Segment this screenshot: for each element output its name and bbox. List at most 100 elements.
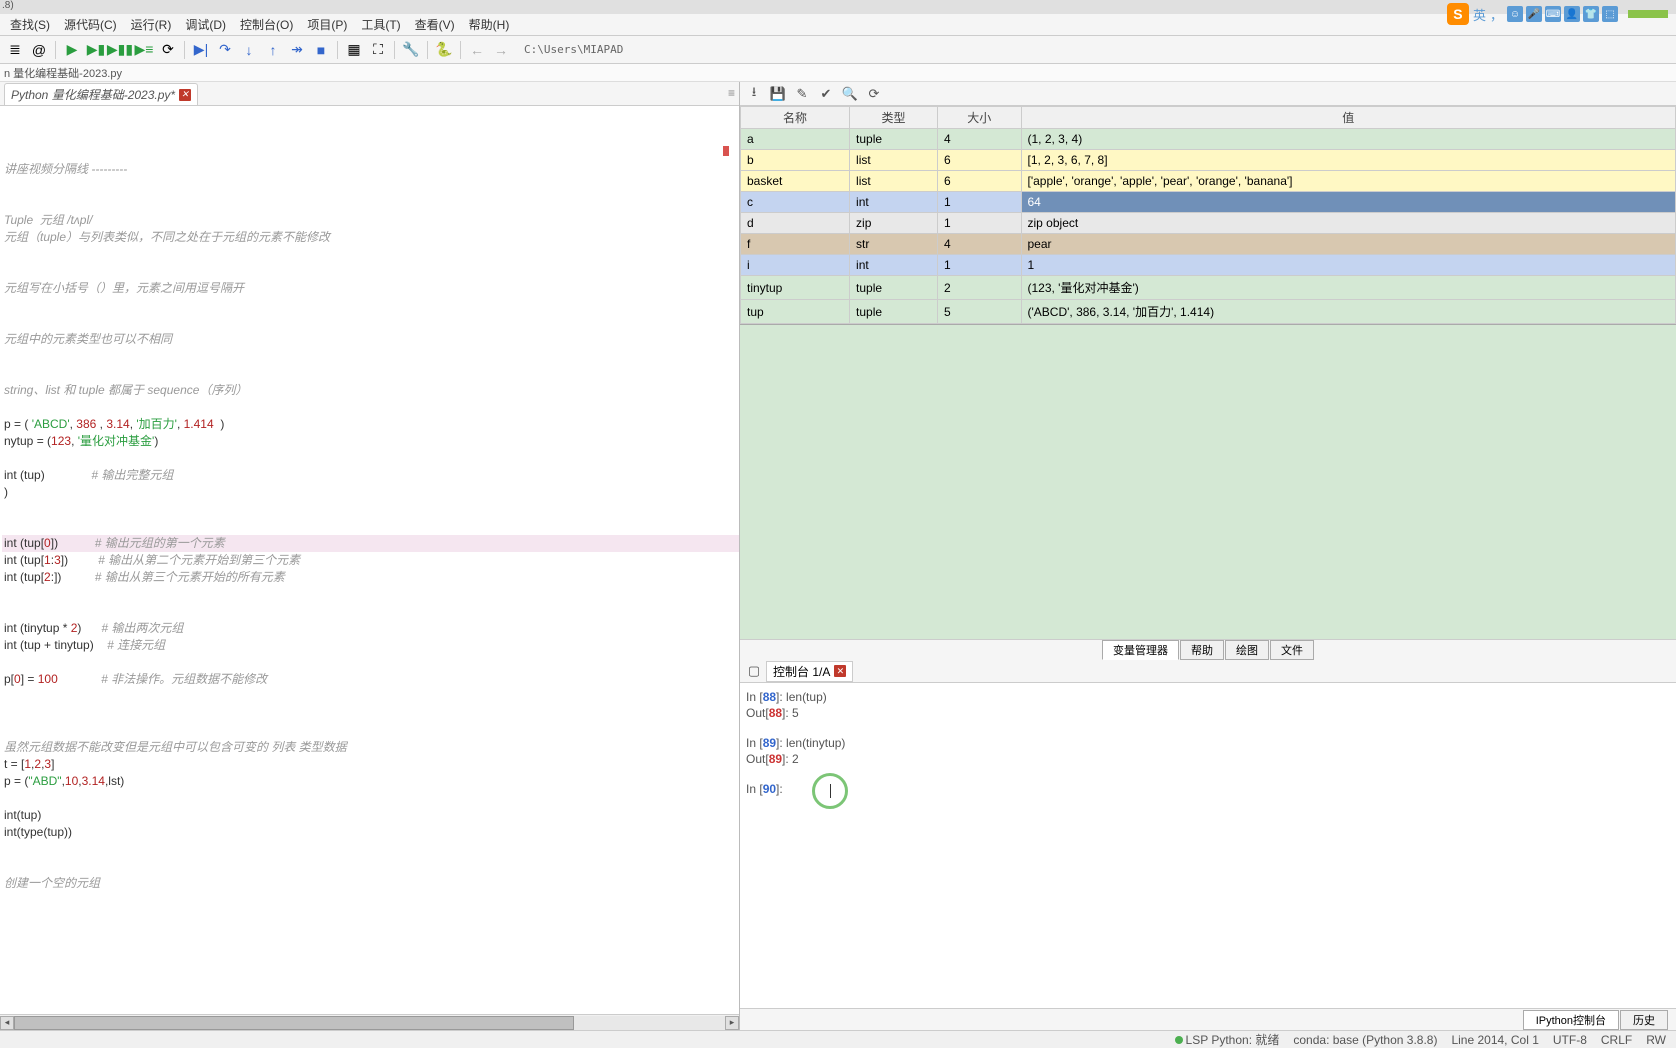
variable-row[interactable]: iint11 xyxy=(741,255,1676,276)
edit-icon[interactable]: ✎ xyxy=(794,86,810,102)
reload-icon[interactable]: ⟳ xyxy=(866,86,882,102)
code-line xyxy=(2,348,739,365)
variable-row[interactable]: tuptuple5('ABCD', 386, 3.14, '加百力', 1.41… xyxy=(741,300,1676,324)
status-conda[interactable]: conda: base (Python 3.8.8) xyxy=(1293,1033,1437,1047)
breadcrumb: n 量化编程基础-2023.py xyxy=(0,64,1676,82)
mic-icon[interactable]: 🎤 xyxy=(1526,6,1542,22)
green-bar-icon xyxy=(1628,10,1668,18)
settings-icon[interactable]: 🔧 xyxy=(400,39,422,61)
step-over-icon[interactable]: ↷ xyxy=(214,39,236,61)
list-icon[interactable]: ≣ xyxy=(4,39,26,61)
tab-help[interactable]: 帮助 xyxy=(1180,640,1224,660)
menu-help[interactable]: 帮助(H) xyxy=(463,14,516,35)
variable-tabs: 变量管理器 帮助 绘图 文件 xyxy=(740,639,1676,661)
variable-row[interactable]: tinytuptuple2(123, '量化对冲基金') xyxy=(741,276,1676,300)
code-line: 元组中的元素类型也可以不相同 xyxy=(2,331,739,348)
step-out-icon[interactable]: ↑ xyxy=(262,39,284,61)
at-icon[interactable]: @ xyxy=(28,39,50,61)
code-line xyxy=(2,518,739,535)
status-encoding[interactable]: UTF-8 xyxy=(1553,1033,1587,1047)
col-value[interactable]: 值 xyxy=(1021,107,1676,129)
ipython-console[interactable]: In [88]: len(tup) Out[88]: 5 In [89]: le… xyxy=(740,683,1676,1009)
code-line: int (tup[0]) # 输出元组的第一个元素 xyxy=(2,535,739,552)
ime-label: 英 xyxy=(1473,5,1486,24)
import-icon[interactable]: ⭳ xyxy=(746,86,762,102)
close-icon[interactable]: ✕ xyxy=(179,89,191,101)
scroll-thumb[interactable] xyxy=(14,1016,574,1030)
search-icon[interactable]: 🔍 xyxy=(842,86,858,102)
right-panel: ⭳ 💾 ✎ ✔ 🔍 ⟳ 名称 类型 大小 值 atuple4(1, 2, 3, … xyxy=(740,82,1676,1030)
scroll-left-icon[interactable]: ◂ xyxy=(0,1016,14,1030)
stop-icon[interactable]: ■ xyxy=(310,39,332,61)
tab-history[interactable]: 历史 xyxy=(1620,1010,1668,1030)
tab-plot[interactable]: 绘图 xyxy=(1225,640,1269,660)
code-line xyxy=(2,314,739,331)
menu-view[interactable]: 查看(V) xyxy=(409,14,461,35)
col-size[interactable]: 大小 xyxy=(938,107,1021,129)
code-line xyxy=(2,586,739,603)
ime-badge: S 英 ， ☺ 🎤 ⌨ 👤 👕 ⬚ xyxy=(1439,0,1676,28)
variable-row[interactable]: cint164 xyxy=(741,192,1676,213)
code-line: int (tup) # 输出完整元组 xyxy=(2,467,739,484)
code-line: string、list 和 tuple 都属于 sequence（序列） xyxy=(2,382,739,399)
grid-icon[interactable]: ⬚ xyxy=(1602,6,1618,22)
layout-icon[interactable]: ▦ xyxy=(343,39,365,61)
tab-file[interactable]: 文件 xyxy=(1270,640,1314,660)
step-continue-icon[interactable]: ▶| xyxy=(190,39,212,61)
menu-find[interactable]: 查找(S) xyxy=(4,14,56,35)
console-folder-icon[interactable]: ▢ xyxy=(746,663,762,679)
menu-console[interactable]: 控制台(O) xyxy=(234,14,299,35)
save-icon[interactable]: 💾 xyxy=(770,86,786,102)
status-position[interactable]: Line 2014, Col 1 xyxy=(1451,1033,1538,1047)
run-cell-advance-icon[interactable]: ▶▮▮ xyxy=(109,39,131,61)
variable-row[interactable]: basketlist6['apple', 'orange', 'apple', … xyxy=(741,171,1676,192)
menu-project[interactable]: 项目(P) xyxy=(301,14,353,35)
menu-tools[interactable]: 工具(T) xyxy=(355,14,406,35)
variable-row[interactable]: dzip1zip object xyxy=(741,213,1676,234)
forward-icon[interactable]: → xyxy=(490,39,512,61)
keyboard-icon[interactable]: ⌨ xyxy=(1545,6,1561,22)
panel-menu-icon[interactable]: ≡ xyxy=(728,86,735,100)
code-line xyxy=(2,263,739,280)
filter-icon[interactable]: ✔ xyxy=(818,86,834,102)
back-icon[interactable]: ← xyxy=(466,39,488,61)
code-line: int(tup) xyxy=(2,807,739,824)
code-line xyxy=(2,603,739,620)
variable-row[interactable]: atuple4(1, 2, 3, 4) xyxy=(741,129,1676,150)
step-next-icon[interactable]: ↠ xyxy=(286,39,308,61)
step-into-icon[interactable]: ↓ xyxy=(238,39,260,61)
variable-row[interactable]: fstr4pear xyxy=(741,234,1676,255)
tab-variable-manager[interactable]: 变量管理器 xyxy=(1102,640,1179,660)
sogou-icon: S xyxy=(1447,3,1469,25)
horizontal-scrollbar[interactable]: ◂ ▸ xyxy=(0,1014,739,1030)
user-icon[interactable]: 👤 xyxy=(1564,6,1580,22)
status-eol[interactable]: CRLF xyxy=(1601,1033,1632,1047)
console-prompt[interactable]: In [90]: xyxy=(746,781,1670,797)
smile-icon[interactable]: ☺ xyxy=(1507,6,1523,22)
tab-ipython[interactable]: IPython控制台 xyxy=(1523,1010,1619,1030)
code-line xyxy=(2,790,739,807)
run-icon[interactable]: ▶ xyxy=(61,39,83,61)
run-cell-icon[interactable]: ▶▮ xyxy=(85,39,107,61)
python-icon[interactable]: 🐍 xyxy=(433,39,455,61)
menu-source[interactable]: 源代码(C) xyxy=(58,14,123,35)
code-line xyxy=(2,654,739,671)
code-editor[interactable]: 讲座视频分隔线 --------- Tuple 元组 /tʌpl/元组（tupl… xyxy=(0,106,739,1014)
file-tab[interactable]: Python 量化编程基础-2023.py* ✕ xyxy=(4,83,198,105)
col-type[interactable]: 类型 xyxy=(850,107,938,129)
console-close-icon[interactable]: ✕ xyxy=(834,665,846,677)
variable-toolbar: ⭳ 💾 ✎ ✔ 🔍 ⟳ xyxy=(740,82,1676,106)
shirt-icon[interactable]: 👕 xyxy=(1583,6,1599,22)
code-line xyxy=(2,178,739,195)
console-tab[interactable]: 控制台 1/A ✕ xyxy=(766,661,853,682)
fullscreen-icon[interactable]: ⛶ xyxy=(367,39,389,61)
variable-explorer: 名称 类型 大小 值 atuple4(1, 2, 3, 4)blist6[1, … xyxy=(740,106,1676,325)
menu-debug[interactable]: 调试(D) xyxy=(179,14,232,35)
scroll-right-icon[interactable]: ▸ xyxy=(725,1016,739,1030)
refresh-icon[interactable]: ⟳ xyxy=(157,39,179,61)
menu-run[interactable]: 运行(R) xyxy=(125,14,178,35)
run-selection-icon[interactable]: ▶≡ xyxy=(133,39,155,61)
code-line xyxy=(2,858,739,875)
col-name[interactable]: 名称 xyxy=(741,107,850,129)
variable-row[interactable]: blist6[1, 2, 3, 6, 7, 8] xyxy=(741,150,1676,171)
